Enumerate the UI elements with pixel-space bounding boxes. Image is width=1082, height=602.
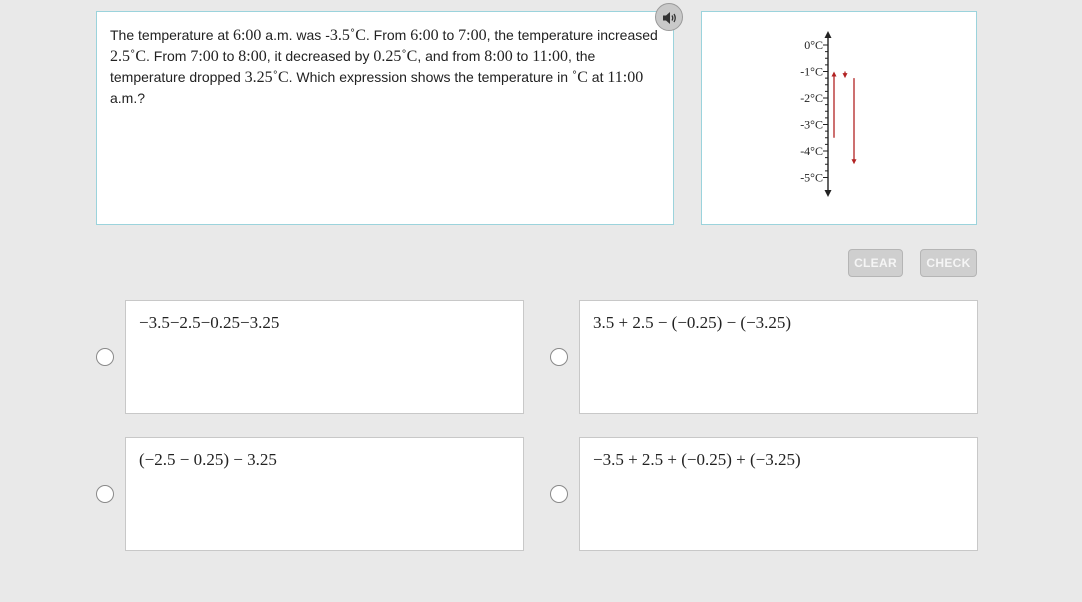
tick-label: -5°C	[800, 171, 823, 185]
axis-bottom-arrow	[824, 190, 832, 197]
math-value: 3.25˚C	[244, 69, 289, 86]
question-fragment: to	[438, 27, 459, 43]
question-fragment: a.m. was -	[261, 27, 330, 43]
question-fragment: , the temperature increased	[486, 27, 658, 43]
math-value: 8:00	[238, 48, 267, 65]
question-fragment: The temperature at	[110, 27, 233, 43]
increase-arrow-head	[831, 71, 837, 77]
question-fragment: at	[587, 69, 608, 85]
option-card-4[interactable]: −3.5 + 2.5 + (−0.25) + (−3.25)	[579, 437, 978, 551]
math-value: 3.5˚C	[329, 27, 366, 44]
question-fragment: , it decreased by	[266, 48, 374, 64]
clear-button[interactable]: CLEAR	[848, 249, 903, 277]
tick-label: 0°C	[804, 38, 823, 52]
math-value: 6:00	[232, 27, 262, 44]
option-radio-1[interactable]	[96, 348, 114, 366]
option-card-3[interactable]: (−2.5 − 0.25) − 3.25	[125, 437, 524, 551]
question-text: The temperature at 6:00 a.m. was -3.5˚C.…	[110, 25, 661, 108]
math-value: 6:00	[410, 27, 439, 44]
option-radio-4[interactable]	[550, 485, 568, 503]
option-radio-3[interactable]	[96, 485, 114, 503]
option-card-1[interactable]: −3.5−2.5−0.25−3.25	[125, 300, 524, 414]
math-value: 11:00	[532, 48, 569, 65]
speaker-icon	[663, 12, 676, 24]
option-expression: 3.5 + 2.5 − (−0.25) − (−3.25)	[593, 313, 792, 332]
option-expression: −3.5 + 2.5 + (−0.25) + (−3.25)	[593, 450, 801, 469]
drop-arrow-head	[851, 159, 857, 165]
math-value: ˚C	[571, 69, 588, 86]
question-fragment: , and from	[417, 48, 485, 64]
question-fragment: a.m.?	[110, 90, 146, 106]
math-value: 8:00	[484, 48, 513, 65]
audio-button[interactable]	[655, 3, 683, 31]
thermometer-diagram: 0°C -1°C -2°C -3°C -4°C -5°C	[800, 31, 857, 197]
math-value: 7:00	[458, 27, 487, 44]
question-panel: The temperature at 6:00 a.m. was -3.5˚C.…	[96, 11, 674, 225]
math-value: 7:00	[190, 48, 219, 65]
question-fragment: to	[512, 48, 533, 64]
question-fragment: . From	[365, 27, 411, 43]
decrease-arrow-head	[842, 73, 848, 79]
question-fragment: . From	[146, 48, 191, 64]
option-card-2[interactable]: 3.5 + 2.5 − (−0.25) − (−3.25)	[579, 300, 978, 414]
question-fragment: to	[218, 48, 239, 64]
tick-label: -4°C	[800, 144, 823, 158]
tick-label: -2°C	[800, 91, 823, 105]
tick-label: -3°C	[800, 118, 823, 132]
tick-label: -1°C	[800, 65, 823, 79]
thermometer-image-panel: 0°C -1°C -2°C -3°C -4°C -5°C	[701, 11, 977, 225]
question-fragment: . Which expression shows the temperature…	[288, 69, 572, 85]
math-value: 11:00	[607, 69, 644, 86]
option-expression: −3.5−2.5−0.25−3.25	[139, 313, 280, 332]
option-radio-2[interactable]	[550, 348, 568, 366]
math-value: 0.25˚C	[373, 48, 418, 65]
check-button[interactable]: CHECK	[920, 249, 977, 277]
axis-top-arrow	[824, 31, 832, 38]
option-expression: (−2.5 − 0.25) − 3.25	[139, 450, 277, 469]
math-value: 2.5˚C	[110, 48, 146, 65]
